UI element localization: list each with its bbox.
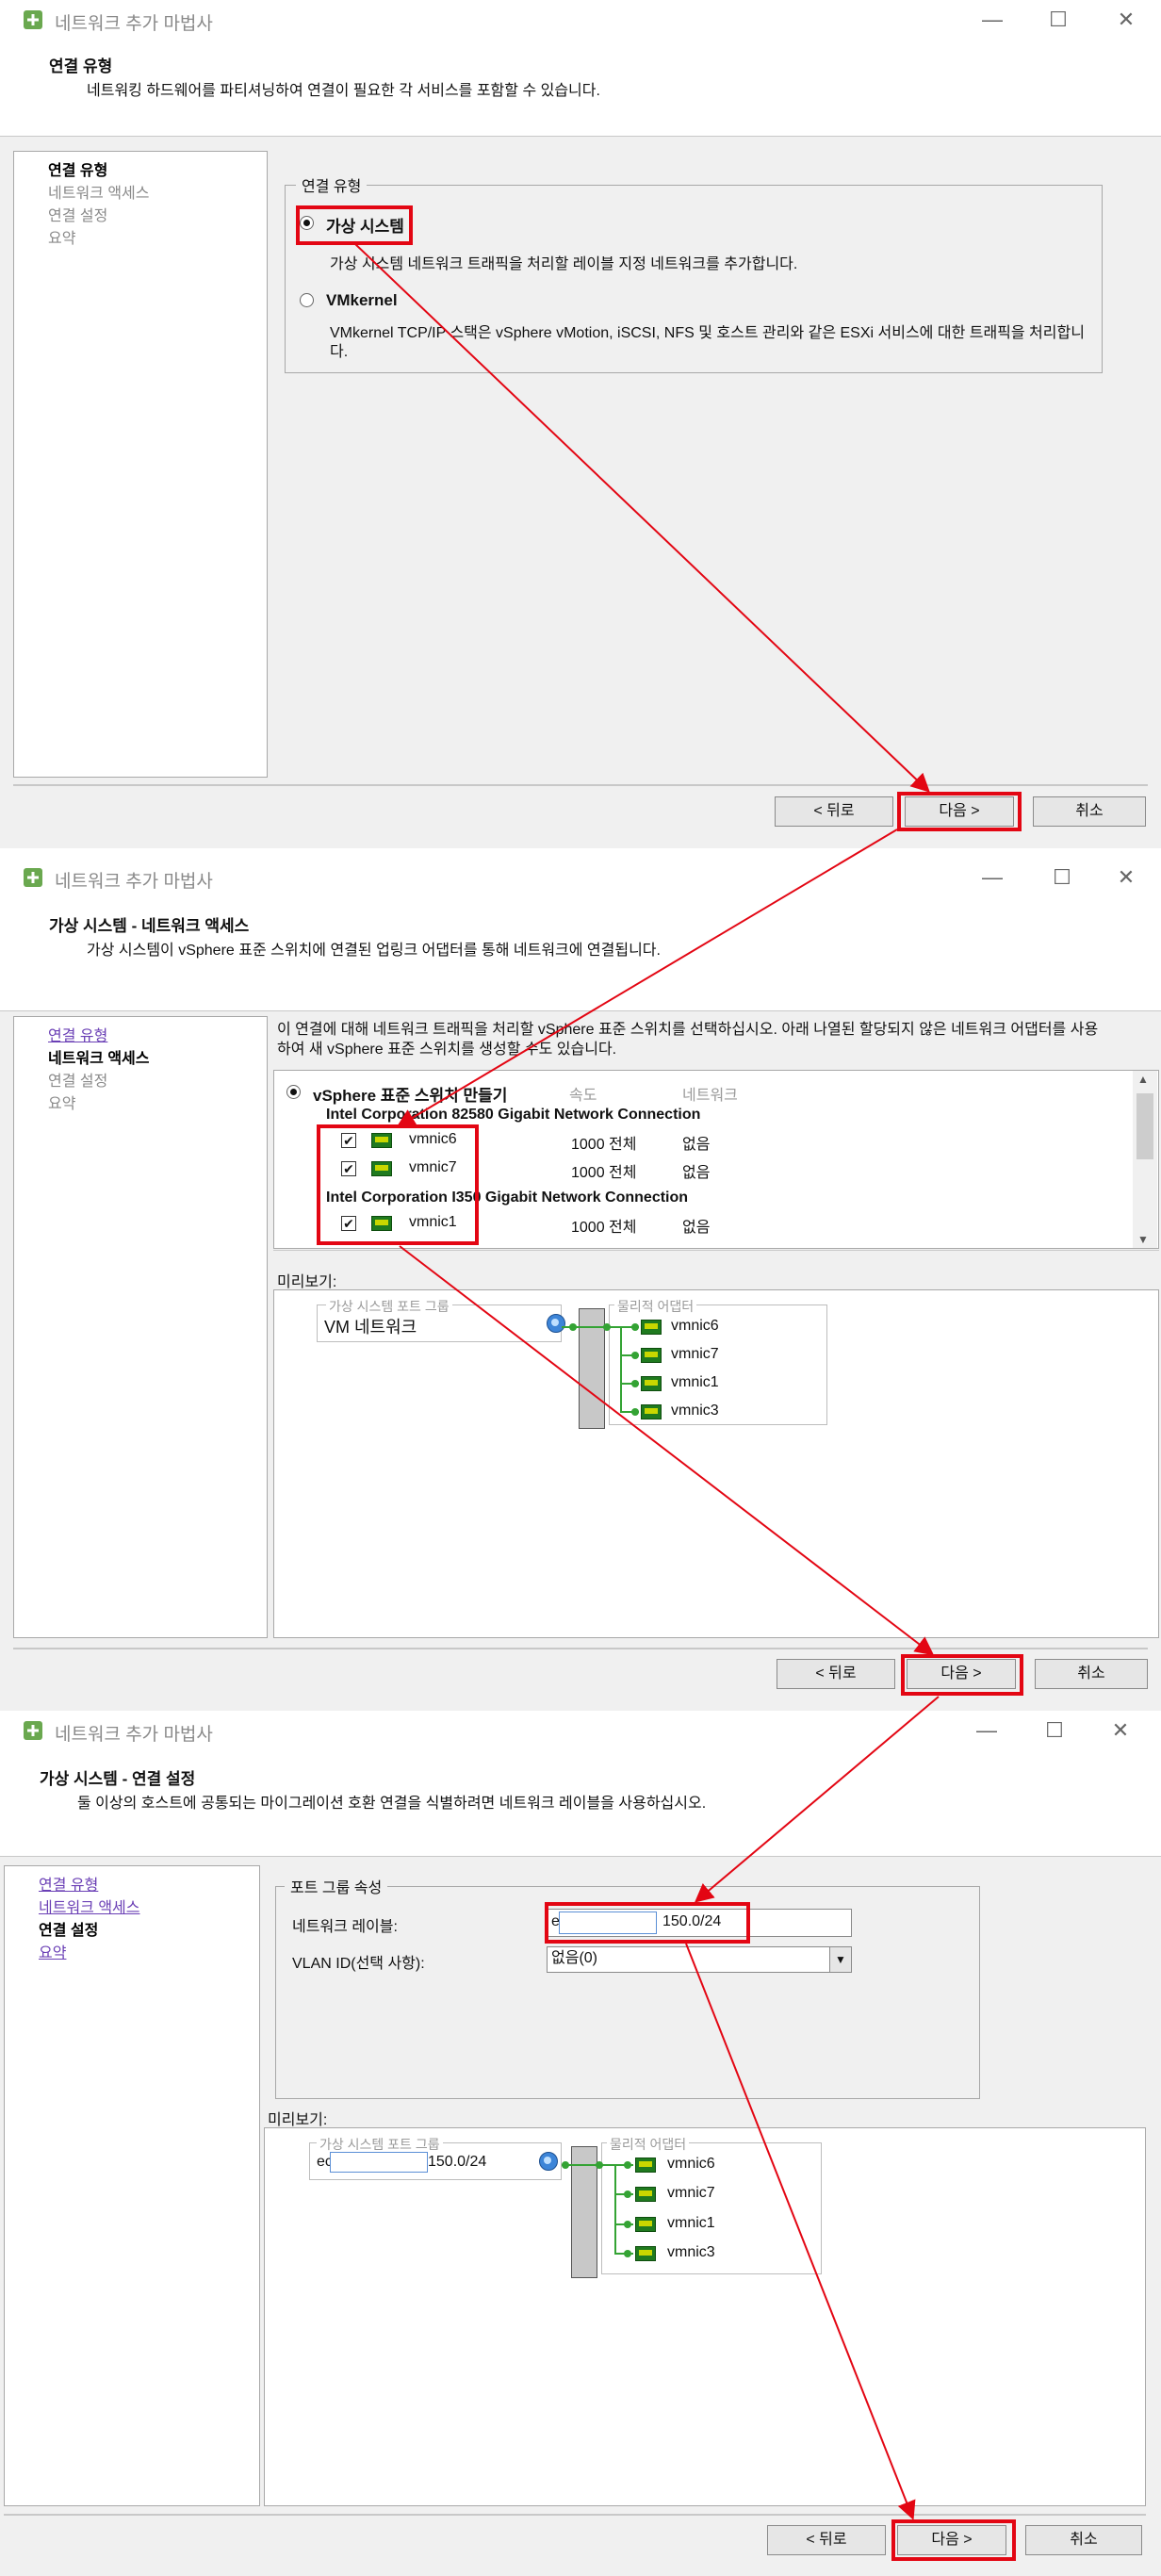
annotation-arrows — [353, 242, 940, 2520]
arrow-option-to-next — [353, 242, 930, 793]
arrow-next-to-nics — [396, 829, 898, 1128]
arrow-next-to-label — [694, 1696, 940, 1903]
arrow-nics-to-next — [399, 1245, 935, 1656]
arrow-label-to-next — [685, 1943, 916, 2520]
